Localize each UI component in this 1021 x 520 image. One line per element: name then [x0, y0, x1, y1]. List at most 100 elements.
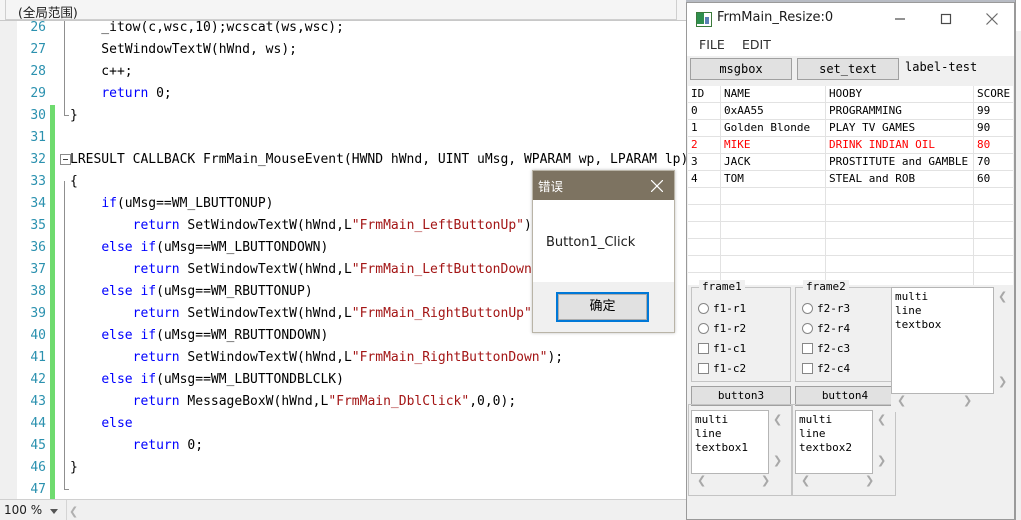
scroll-up-icon[interactable]: ❮: [998, 290, 1007, 303]
scroll-left-icon[interactable]: ❮: [801, 474, 810, 487]
radio-icon[interactable]: [802, 303, 813, 314]
background-window-sliver: [1015, 0, 1021, 520]
scroll-down-icon[interactable]: ❯: [773, 454, 782, 467]
change-bar: [50, 413, 55, 435]
multiline-textbox-1[interactable]: multi line textbox1: [691, 410, 769, 474]
textbox3-vertical-scrollbar[interactable]: ❮ ❯: [994, 287, 1012, 394]
grid-cell: PROSTITUTE and GAMBLE: [826, 154, 974, 170]
scroll-right-icon[interactable]: ❯: [761, 474, 770, 487]
editor-left-margin: [0, 21, 17, 499]
ok-button[interactable]: 确定: [556, 292, 649, 322]
checkbox-icon[interactable]: [698, 343, 709, 354]
grid-cell: 70: [977, 155, 991, 168]
code-text: else if(uMsg==WM_RBUTTONUP): [101, 284, 313, 299]
dialog-message: Button1_Click: [546, 235, 636, 250]
code-text: {: [70, 174, 78, 189]
textbox1-vertical-scrollbar[interactable]: ❮ ❯: [769, 410, 787, 474]
textbox2-horizontal-scrollbar[interactable]: ❮ ❯: [795, 474, 895, 492]
table-row[interactable]: [688, 222, 1013, 239]
line-number: 40: [30, 328, 46, 343]
table-row[interactable]: [688, 256, 1013, 273]
change-bar: [50, 193, 55, 215]
dialog-footer: 确定: [533, 282, 674, 332]
editor-status-bar: 100 % ❮: [0, 499, 686, 520]
scope-combobox[interactable]: [5, 0, 677, 20]
scroll-right-icon[interactable]: ❯: [865, 474, 874, 487]
line-number: 34: [30, 196, 46, 211]
table-row[interactable]: 0 0xAA55 PROGRAMMING 99: [688, 103, 1013, 120]
grid-cell: MIKE: [721, 137, 826, 153]
grid-cell: PLAY TV GAMES: [826, 120, 974, 136]
menu-item-file[interactable]: FILE: [699, 37, 725, 52]
change-bar: [50, 281, 55, 303]
frame2-option-3[interactable]: f2-c4: [802, 362, 850, 375]
frame1-option-3[interactable]: f1-c2: [698, 362, 746, 375]
window-title-bar[interactable]: FrmMain_Resize:0: [687, 3, 1014, 34]
scroll-up-icon[interactable]: ❮: [877, 413, 886, 426]
scroll-left-icon[interactable]: ❮: [897, 394, 906, 407]
button4[interactable]: button4: [795, 386, 895, 406]
minimize-icon[interactable]: [877, 3, 922, 34]
msgbox-button[interactable]: msgbox: [690, 58, 792, 80]
scroll-up-icon[interactable]: ❮: [773, 413, 782, 426]
table-row[interactable]: [688, 205, 1013, 222]
window-toolbar: msgbox set_text label-test: [687, 56, 1014, 86]
close-icon[interactable]: [640, 171, 674, 200]
line-number: 29: [30, 86, 46, 101]
radio-icon[interactable]: [698, 303, 709, 314]
option-label: f1-c2: [713, 362, 747, 375]
textbox1-horizontal-scrollbar[interactable]: ❮ ❯: [691, 474, 791, 492]
grid-cell: [974, 205, 1013, 221]
frame2-option-0[interactable]: f2-r3: [802, 302, 850, 315]
textbox2-vertical-scrollbar[interactable]: ❮ ❯: [873, 410, 891, 474]
grid-cell: [974, 222, 1013, 238]
change-bar: [50, 237, 55, 259]
data-grid[interactable]: ID NAME HOOBY SCORE 0 0xAA55 PROGRAMMING 99 1 Gol…: [688, 86, 1013, 286]
chevron-down-icon[interactable]: [50, 509, 58, 514]
zoom-level-label: 100 %: [4, 503, 43, 517]
multiline-textbox-3[interactable]: multi line textbox: [891, 287, 994, 394]
radio-icon[interactable]: [698, 323, 709, 334]
dialog-title-bar[interactable]: 错误: [533, 171, 674, 200]
line-number: 39: [30, 306, 46, 321]
scroll-down-icon[interactable]: ❯: [877, 454, 886, 467]
table-row[interactable]: 3 JACK PROSTITUTE and GAMBLE 70: [688, 154, 1013, 171]
grid-cell: DRINK INDIAN OIL: [826, 137, 974, 153]
table-row[interactable]: 4 TOM STEAL and ROB 60: [688, 171, 1013, 188]
scroll-left-icon[interactable]: ❮: [69, 505, 78, 518]
code-text: return 0;: [101, 86, 172, 101]
frame1-option-0[interactable]: f1-r1: [698, 302, 746, 315]
maximize-icon[interactable]: [923, 3, 968, 34]
multiline-textbox-2[interactable]: multi line textbox2: [795, 410, 873, 474]
frmmain-resize-window: FrmMain_Resize:0 FILE EDIT msgbox set_te…: [686, 2, 1015, 520]
checkbox-icon[interactable]: [698, 363, 709, 374]
checkbox-icon[interactable]: [802, 343, 813, 354]
scroll-right-icon[interactable]: ❯: [963, 394, 972, 407]
table-row[interactable]: 2 MIKE DRINK INDIAN OIL 80: [688, 137, 1013, 154]
frame2-option-2[interactable]: f2-c3: [802, 342, 850, 355]
line-number: 38: [30, 284, 46, 299]
table-row[interactable]: [688, 188, 1013, 205]
line-number: 47: [30, 482, 46, 497]
editor-horizontal-scrollbar[interactable]: ❮: [67, 500, 686, 520]
grid-cell: [721, 205, 826, 221]
close-icon[interactable]: [969, 3, 1014, 34]
scroll-down-icon[interactable]: ❯: [998, 375, 1007, 388]
code-text: return SetWindowTextW(hWnd,L"FrmMain_Lef…: [132, 218, 540, 233]
option-label: f2-r3: [817, 302, 851, 315]
textbox3-horizontal-scrollbar[interactable]: ❮ ❯: [891, 394, 994, 412]
frame1-option-1[interactable]: f1-r2: [698, 322, 746, 335]
code-text: else: [101, 416, 133, 431]
checkbox-icon[interactable]: [802, 363, 813, 374]
radio-icon[interactable]: [802, 323, 813, 334]
button3[interactable]: button3: [691, 386, 791, 406]
set-text-button[interactable]: set_text: [797, 58, 899, 80]
change-bar: [50, 149, 55, 171]
frame2-option-1[interactable]: f2-r4: [802, 322, 850, 335]
table-row[interactable]: 1 Golden Blonde PLAY TV GAMES 90: [688, 120, 1013, 137]
table-row[interactable]: [688, 239, 1013, 256]
code-text: SetWindowTextW(hWnd, ws);: [70, 42, 297, 57]
menu-item-edit[interactable]: EDIT: [742, 37, 771, 52]
scroll-left-icon[interactable]: ❮: [697, 474, 706, 487]
frame1-option-2[interactable]: f1-c1: [698, 342, 746, 355]
